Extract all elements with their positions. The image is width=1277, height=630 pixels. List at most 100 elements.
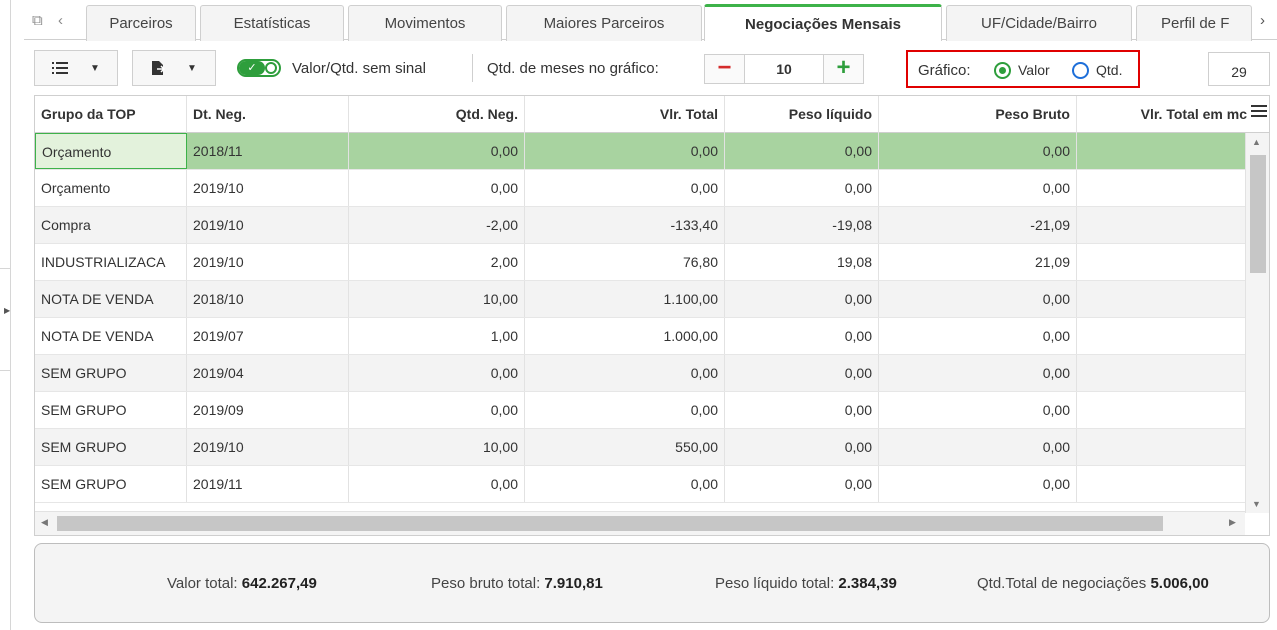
cell-qtd[interactable]: 0,00 xyxy=(349,466,525,502)
cell-vlr[interactable]: 550,00 xyxy=(525,429,725,465)
table-row[interactable]: SEM GRUPO 2019/04 0,00 0,00 0,00 0,00 xyxy=(35,355,1245,392)
cell-vlr[interactable]: 1.100,00 xyxy=(525,281,725,317)
tab-scroll-right-icon[interactable]: › xyxy=(1260,12,1265,29)
table-row[interactable]: SEM GRUPO 2019/11 0,00 0,00 0,00 0,00 xyxy=(35,466,1245,503)
cell-grupo[interactable]: SEM GRUPO xyxy=(35,466,187,502)
cell-dt[interactable]: 2019/10 xyxy=(187,244,349,280)
cell-vlr-moeda[interactable] xyxy=(1077,318,1245,354)
cell-peso-bruto[interactable]: 0,00 xyxy=(879,133,1077,169)
table-row[interactable]: NOTA DE VENDA 2018/10 10,00 1.100,00 0,0… xyxy=(35,281,1245,318)
cell-qtd[interactable]: 10,00 xyxy=(349,429,525,465)
cell-qtd[interactable]: 0,00 xyxy=(349,133,525,169)
cell-grupo[interactable]: NOTA DE VENDA xyxy=(35,318,187,354)
tab-scroll-left-icon[interactable]: ‹ xyxy=(58,12,63,29)
cell-vlr-moeda[interactable] xyxy=(1077,466,1245,502)
col-grupo-top[interactable]: Grupo da TOP xyxy=(35,96,187,133)
cell-peso-bruto[interactable]: 0,00 xyxy=(879,466,1077,502)
cell-vlr[interactable]: -133,40 xyxy=(525,207,725,243)
table-row[interactable]: SEM GRUPO 2019/09 0,00 0,00 0,00 0,00 xyxy=(35,392,1245,429)
cell-peso-bruto[interactable]: 0,00 xyxy=(879,392,1077,428)
cell-dt[interactable]: 2018/11 xyxy=(187,133,349,169)
cell-peso-liq[interactable]: 0,00 xyxy=(725,429,879,465)
cell-grupo[interactable]: NOTA DE VENDA xyxy=(35,281,187,317)
tab-negociacoes-mensais[interactable]: Negociações Mensais xyxy=(704,4,942,41)
cell-vlr[interactable]: 0,00 xyxy=(525,355,725,391)
cell-peso-bruto[interactable]: 0,00 xyxy=(879,355,1077,391)
table-row[interactable]: SEM GRUPO 2019/10 10,00 550,00 0,00 0,00 xyxy=(35,429,1245,466)
increment-button[interactable]: + xyxy=(823,55,863,83)
radio-valor-label[interactable]: Valor xyxy=(1018,62,1050,78)
table-row[interactable]: Orçamento 2019/10 0,00 0,00 0,00 0,00 xyxy=(35,170,1245,207)
list-menu-button[interactable]: ▼ xyxy=(34,50,118,86)
cell-grupo[interactable]: SEM GRUPO xyxy=(35,429,187,465)
cell-dt[interactable]: 2019/07 xyxy=(187,318,349,354)
radio-valor[interactable] xyxy=(994,62,1011,79)
horizontal-scrollbar[interactable]: ◀ ▶ xyxy=(35,511,1245,535)
cell-vlr-moeda[interactable] xyxy=(1077,133,1245,169)
expand-arrow-icon[interactable]: ▶ xyxy=(4,306,10,315)
cell-vlr[interactable]: 0,00 xyxy=(525,392,725,428)
cell-grupo[interactable]: Orçamento xyxy=(35,133,187,169)
cell-qtd[interactable]: 0,00 xyxy=(349,170,525,206)
cell-qtd[interactable]: -2,00 xyxy=(349,207,525,243)
windows-icon[interactable]: ⧉ xyxy=(32,12,43,29)
export-menu-button[interactable]: ▼ xyxy=(132,50,216,86)
cell-vlr-moeda[interactable] xyxy=(1077,244,1245,280)
tab-perfil[interactable]: Perfil de F xyxy=(1136,5,1252,41)
cell-vlr[interactable]: 0,00 xyxy=(525,133,725,169)
cell-peso-bruto[interactable]: -21,09 xyxy=(879,207,1077,243)
cell-vlr-moeda[interactable] xyxy=(1077,429,1245,465)
cell-peso-liq[interactable]: 0,00 xyxy=(725,466,879,502)
cell-dt[interactable]: 2019/04 xyxy=(187,355,349,391)
decrement-button[interactable]: − xyxy=(705,55,745,83)
cell-peso-liq[interactable]: 0,00 xyxy=(725,392,879,428)
cell-vlr-moeda[interactable] xyxy=(1077,281,1245,317)
scroll-down-icon[interactable]: ▼ xyxy=(1252,499,1261,509)
cell-grupo[interactable]: SEM GRUPO xyxy=(35,392,187,428)
table-row[interactable]: Orçamento 2018/11 0,00 0,00 0,00 0,00 xyxy=(35,133,1245,170)
col-vlr-total-moeda[interactable]: Vlr. Total em mc xyxy=(1077,96,1247,133)
tab-maiores-parceiros[interactable]: Maiores Parceiros xyxy=(506,5,702,41)
cell-vlr[interactable]: 76,80 xyxy=(525,244,725,280)
cell-grupo[interactable]: Compra xyxy=(35,207,187,243)
vertical-scroll-thumb[interactable] xyxy=(1250,155,1266,273)
tab-movimentos[interactable]: Movimentos xyxy=(348,5,502,41)
cell-peso-bruto[interactable]: 0,00 xyxy=(879,429,1077,465)
cell-peso-liq[interactable]: 0,00 xyxy=(725,170,879,206)
cell-vlr[interactable]: 0,00 xyxy=(525,170,725,206)
radio-qtd[interactable] xyxy=(1072,62,1089,79)
cell-qtd[interactable]: 10,00 xyxy=(349,281,525,317)
table-row[interactable]: Compra 2019/10 -2,00 -133,40 -19,08 -21,… xyxy=(35,207,1245,244)
tab-parceiros[interactable]: Parceiros xyxy=(86,5,196,41)
cell-vlr-moeda[interactable] xyxy=(1077,392,1245,428)
radio-qtd-label[interactable]: Qtd. xyxy=(1096,62,1122,78)
column-menu-icon[interactable] xyxy=(1251,105,1267,119)
col-dt-neg[interactable]: Dt. Neg. xyxy=(187,96,349,133)
cell-peso-liq[interactable]: 19,08 xyxy=(725,244,879,280)
cell-dt[interactable]: 2019/09 xyxy=(187,392,349,428)
cell-dt[interactable]: 2019/10 xyxy=(187,429,349,465)
cell-qtd[interactable]: 2,00 xyxy=(349,244,525,280)
tab-estatisticas[interactable]: Estatísticas xyxy=(200,5,344,41)
table-row[interactable]: NOTA DE VENDA 2019/07 1,00 1.000,00 0,00… xyxy=(35,318,1245,355)
cell-peso-bruto[interactable]: 0,00 xyxy=(879,281,1077,317)
cell-vlr-moeda[interactable] xyxy=(1077,170,1245,206)
col-qtd-neg[interactable]: Qtd. Neg. xyxy=(349,96,525,133)
cell-qtd[interactable]: 1,00 xyxy=(349,318,525,354)
cell-peso-bruto[interactable]: 0,00 xyxy=(879,318,1077,354)
cell-grupo[interactable]: SEM GRUPO xyxy=(35,355,187,391)
cell-dt[interactable]: 2019/10 xyxy=(187,207,349,243)
vertical-scrollbar[interactable]: ▲ ▼ xyxy=(1245,133,1269,513)
cell-peso-liq[interactable]: 0,00 xyxy=(725,133,879,169)
cell-vlr-moeda[interactable] xyxy=(1077,355,1245,391)
cell-vlr[interactable]: 1.000,00 xyxy=(525,318,725,354)
col-vlr-total[interactable]: Vlr. Total xyxy=(525,96,725,133)
cell-dt[interactable]: 2019/10 xyxy=(187,170,349,206)
table-row[interactable]: INDUSTRIALIZACA 2019/10 2,00 76,80 19,08… xyxy=(35,244,1245,281)
cell-peso-liq[interactable]: 0,00 xyxy=(725,318,879,354)
cell-peso-liq[interactable]: 0,00 xyxy=(725,355,879,391)
scroll-left-icon[interactable]: ◀ xyxy=(41,517,48,528)
cell-peso-bruto[interactable]: 0,00 xyxy=(879,170,1077,206)
cell-vlr-moeda[interactable] xyxy=(1077,207,1245,243)
cell-grupo[interactable]: INDUSTRIALIZACA xyxy=(35,244,187,280)
